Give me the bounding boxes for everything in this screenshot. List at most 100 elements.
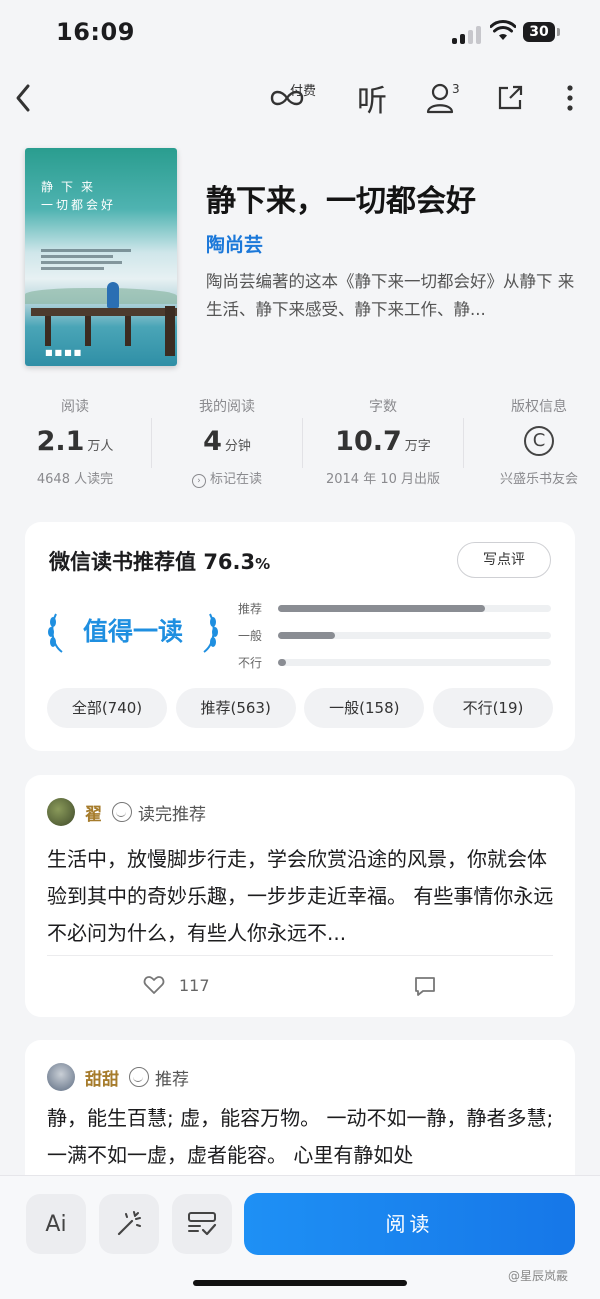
- book-cover[interactable]: 静下来 一切都会好 ■■■■: [25, 148, 177, 366]
- stat-readers[interactable]: 阅读 2.1 万人 4648 人读完: [0, 396, 150, 487]
- more-button[interactable]: [556, 78, 584, 118]
- badge-text: 值得一读: [82, 617, 183, 646]
- like-count: 117: [179, 975, 210, 995]
- review-tag: 读完推荐: [138, 804, 206, 825]
- smile-icon: [129, 1067, 149, 1087]
- divider: [47, 955, 553, 956]
- stat-my-reading[interactable]: 我的阅读 4 分钟 › 标记在读: [152, 396, 302, 488]
- book-stats: 阅读 2.1 万人 4648 人读完 我的阅读 4 分钟 › 标记在读 字数 10.7…: [0, 396, 600, 492]
- filter-chip-average[interactable]: 一般(158): [304, 688, 425, 728]
- filter-chip-all[interactable]: 全部(740): [47, 688, 167, 728]
- cover-blurb: [41, 246, 131, 273]
- bookshelf-add-icon: [188, 1212, 217, 1236]
- review-header: 甜甜 推荐: [47, 1062, 189, 1092]
- filter-chip-recommend[interactable]: 推荐(563): [175, 688, 296, 728]
- book-author-link[interactable]: 陶尚芸: [206, 230, 263, 257]
- rating-bar-row: 推荐: [238, 600, 553, 627]
- friends-count: 3: [452, 82, 460, 96]
- rating-bar-fill: [278, 632, 336, 639]
- rating-bar-fill: [278, 659, 287, 666]
- mark-reading-label: 标记在读: [209, 472, 262, 487]
- review-card[interactable]: 翟 读完推荐 生活中，放慢脚步行走，学会欣赏沿途的风景，你就会体验到其中的奇妙乐…: [25, 775, 575, 1017]
- copyright-icon: C: [524, 426, 554, 456]
- comment-icon: [415, 977, 435, 996]
- stat-value: 10.7: [335, 426, 402, 457]
- more-vertical-icon: [567, 85, 573, 111]
- like-button[interactable]: 117: [143, 975, 210, 995]
- wifi-icon: [490, 20, 516, 40]
- status-time: 16:09: [56, 18, 135, 46]
- worth-reading-badge: 值得一读: [47, 606, 219, 658]
- stat-sub: 4648 人读完: [36, 472, 114, 487]
- stat-sub: 兴盛乐书友会: [499, 472, 578, 487]
- review-filter-chips: 全部(740) 推荐(563) 一般(158) 不行(19): [47, 688, 553, 728]
- ai-icon: Ai: [45, 1211, 67, 1237]
- arrow-circle-icon: ›: [191, 474, 206, 488]
- stat-value: 2.1: [36, 426, 85, 457]
- back-button[interactable]: [8, 78, 38, 118]
- rating-bar-label: 一般: [238, 629, 263, 643]
- person-icon: [426, 83, 454, 114]
- write-review-button[interactable]: 写点评: [457, 542, 551, 578]
- stat-label: 字数: [369, 399, 397, 415]
- stat-label: 版权信息: [511, 399, 567, 415]
- recommend-card: 微信读书推荐值 76.3% 写点评 值得一读 推荐 一般 不行 全部(740) …: [25, 522, 575, 751]
- review-header: 翟 读完推荐: [47, 797, 206, 827]
- battery-icon: 30: [523, 22, 560, 42]
- watermark: @星辰岚霰: [508, 1269, 569, 1283]
- rating-distribution: 推荐 一般 不行: [238, 600, 553, 681]
- paid-label: 付费: [290, 84, 317, 99]
- recommend-title: 微信读书推荐值 76.3%: [49, 546, 270, 576]
- listen-button[interactable]: 听: [352, 78, 392, 119]
- reviewer-name[interactable]: 甜甜: [85, 1065, 119, 1090]
- book-title: 静下来，一切都会好: [206, 184, 476, 219]
- laurel-right-icon: [203, 613, 218, 653]
- book-description[interactable]: 陶尚芸编著的这本《静下来一切都会好》从静下 来生活、静下来感受、静下来工作、静.…: [206, 268, 576, 324]
- ai-button[interactable]: Ai: [26, 1194, 86, 1254]
- home-indicator[interactable]: [193, 1280, 407, 1286]
- stat-sub: 2014 年 10 月出版: [325, 472, 441, 487]
- recommend-score: 76.3: [203, 550, 256, 574]
- cover-title: 静下来: [41, 180, 102, 194]
- review-text[interactable]: 静，能生百慧; 虚，能容万物。 一动不如一静，静者多慧; 一满不如一虚，虚者能容…: [47, 1100, 557, 1174]
- rating-bar-row: 不行: [238, 654, 553, 681]
- stat-unit: 万人: [87, 439, 114, 454]
- recommend-score-unit: %: [255, 555, 271, 573]
- chevron-left-icon: [16, 84, 30, 112]
- share-icon: [498, 85, 523, 110]
- avatar[interactable]: [47, 1063, 75, 1091]
- cover-publisher-mark: ■■■■: [45, 348, 84, 357]
- comment-button[interactable]: [413, 975, 437, 1001]
- magic-wand-icon: [117, 1211, 141, 1236]
- review-tag: 推荐: [155, 1069, 189, 1090]
- rating-bar-track: [278, 605, 551, 612]
- laurel-left-icon: [48, 613, 63, 653]
- divider: [302, 418, 303, 468]
- rating-bar-label: 推荐: [238, 602, 263, 616]
- filter-chip-bad[interactable]: 不行(19): [432, 688, 553, 728]
- heart-icon: [143, 976, 165, 994]
- reviewer-name[interactable]: 翟: [85, 800, 102, 825]
- read-button[interactable]: 阅读: [244, 1193, 575, 1255]
- rating-bar-row: 一般: [238, 627, 553, 654]
- stat-label: 我的阅读: [199, 399, 255, 415]
- cellular-signal-icon: [452, 24, 482, 44]
- top-nav: 付费 听 3: [0, 70, 600, 126]
- rating-bar-label: 不行: [238, 656, 263, 670]
- stat-label: 阅读: [61, 399, 89, 415]
- recommend-title-text: 微信读书推荐值: [49, 550, 196, 574]
- stat-sub: › 标记在读: [152, 468, 302, 488]
- share-button[interactable]: [490, 78, 530, 118]
- avatar[interactable]: [47, 798, 75, 826]
- stat-copyright[interactable]: 版权信息 C 兴盛乐书友会: [464, 396, 600, 487]
- magic-wand-button[interactable]: [99, 1194, 159, 1254]
- stat-unit: 分钟: [224, 439, 251, 454]
- review-text[interactable]: 生活中，放慢脚步行走，学会欣赏沿途的风景，你就会体验到其中的奇妙乐趣，一步步走近…: [47, 841, 557, 952]
- rating-bar-track: [278, 659, 551, 666]
- stat-value: 4: [203, 426, 222, 457]
- stat-word-count[interactable]: 字数 10.7 万字 2014 年 10 月出版: [308, 396, 458, 487]
- rating-bar-track: [278, 632, 551, 639]
- cover-figure: [107, 282, 119, 308]
- smile-icon: [112, 802, 132, 822]
- bookshelf-button[interactable]: [172, 1194, 232, 1254]
